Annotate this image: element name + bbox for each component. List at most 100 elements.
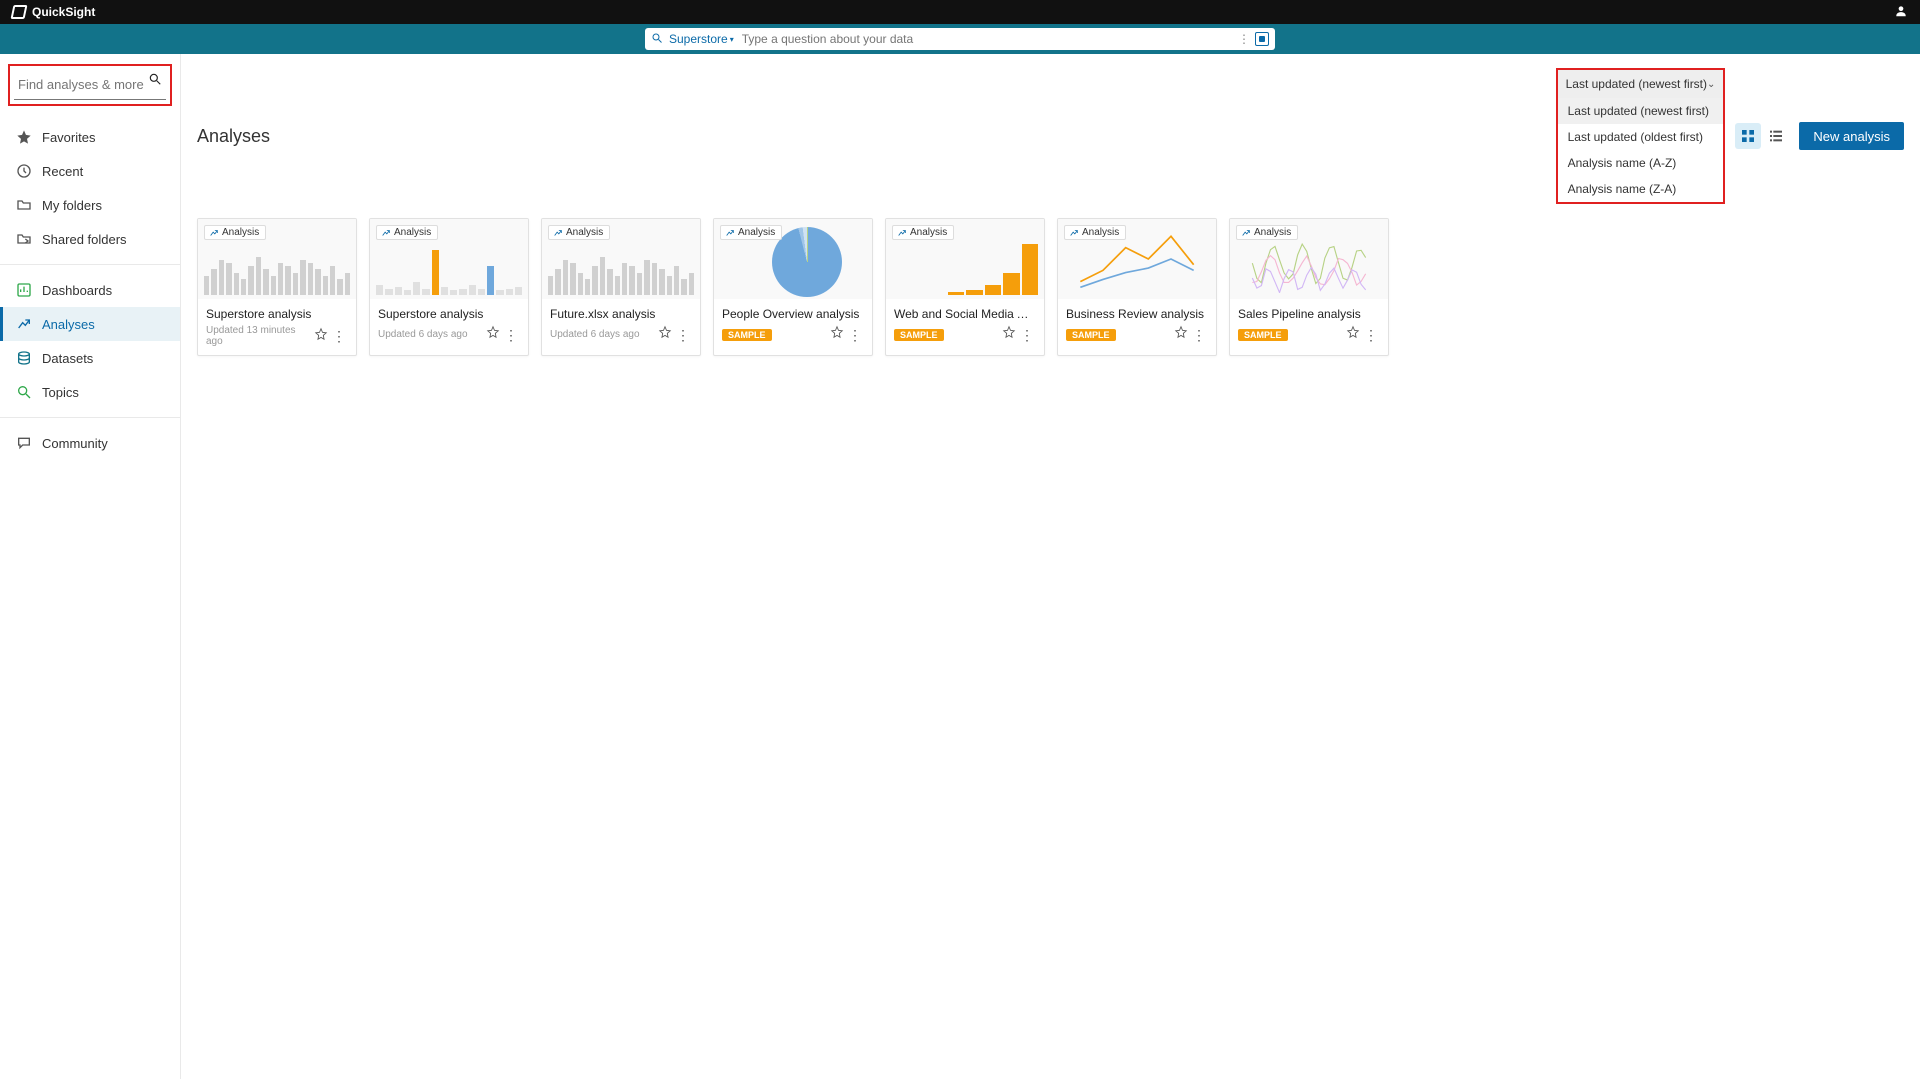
nav-group-3: Community — [0, 422, 180, 464]
favorite-star-icon[interactable] — [1174, 325, 1188, 344]
analysis-card[interactable]: Analysis Superstore analysis Updated 6 day… — [369, 218, 529, 356]
analysis-card[interactable]: Analysis Future.xlsx analysis Updated 6 da… — [541, 218, 701, 356]
analysis-card[interactable]: Analysis Web and Social Media Anal… SAMPLE… — [885, 218, 1045, 356]
nav-dashboards[interactable]: Dashboards — [0, 273, 180, 307]
analysis-icon — [16, 316, 32, 332]
sort-selected-label: Last updated (newest first) — [1566, 77, 1707, 91]
clock-icon — [16, 163, 32, 179]
card-title: Web and Social Media Anal… — [894, 307, 1036, 321]
card-menu-icon[interactable]: ⋮ — [1362, 328, 1380, 342]
sidebar: Favorites Recent My folders Shared folde… — [0, 54, 181, 1079]
user-menu-icon[interactable] — [1894, 4, 1908, 21]
analysis-tag: Analysis — [1064, 225, 1126, 240]
card-thumbnail: Analysis — [714, 219, 872, 299]
card-grid: Analysis Superstore analysis Updated 13 mi… — [197, 218, 1920, 356]
analysis-tag: Analysis — [892, 225, 954, 240]
analysis-tag: Analysis — [1236, 225, 1298, 240]
card-menu-icon[interactable]: ⋮ — [330, 329, 348, 343]
nav-my-folders[interactable]: My folders — [0, 188, 180, 222]
card-menu-icon[interactable]: ⋮ — [674, 328, 692, 342]
more-icon[interactable]: ⋮ — [1238, 32, 1249, 46]
card-updated: Updated 6 days ago — [550, 329, 640, 340]
card-menu-icon[interactable]: ⋮ — [502, 328, 520, 342]
new-analysis-button[interactable]: New analysis — [1799, 122, 1904, 150]
analysis-tag: Analysis — [204, 225, 266, 240]
chat-icon — [16, 435, 32, 451]
card-title: Superstore analysis — [378, 307, 520, 321]
favorite-star-icon[interactable] — [314, 327, 328, 346]
favorite-star-icon[interactable] — [658, 325, 672, 344]
favorite-star-icon[interactable] — [1002, 325, 1016, 344]
card-thumbnail: Analysis — [1230, 219, 1388, 299]
nav-community[interactable]: Community — [0, 426, 180, 460]
sort-option[interactable]: Analysis name (Z-A) — [1558, 176, 1724, 202]
sort-dropdown: Last updated (newest first) Last updated… — [1558, 98, 1724, 202]
card-updated: Updated 6 days ago — [378, 329, 468, 340]
nav-datasets[interactable]: Datasets — [0, 341, 180, 375]
card-thumbnail: Analysis — [198, 219, 356, 299]
page-title: Analyses — [197, 126, 270, 147]
folder-icon — [16, 197, 32, 213]
star-icon — [16, 129, 32, 145]
favorite-star-icon[interactable] — [830, 325, 844, 344]
dashboard-icon — [16, 282, 32, 298]
sample-badge: SAMPLE — [1238, 329, 1288, 341]
analysis-card[interactable]: Analysis People Overview analysis SAMPLE ⋮ — [713, 218, 873, 356]
analysis-tag: Analysis — [548, 225, 610, 240]
card-updated: Updated 13 minutes ago — [206, 325, 314, 347]
nav-group-2: Dashboards Analyses Datasets Topics — [0, 269, 180, 413]
dataset-icon — [16, 350, 32, 366]
analysis-card[interactable]: Analysis Superstore analysis Updated 13 mi… — [197, 218, 357, 356]
nav-analyses[interactable]: Analyses — [0, 307, 180, 341]
analysis-tag: Analysis — [376, 225, 438, 240]
nav-recent[interactable]: Recent — [0, 154, 180, 188]
list-view-button[interactable] — [1763, 123, 1789, 149]
nav-shared-folders[interactable]: Shared folders — [0, 222, 180, 256]
brand-name: QuickSight — [32, 5, 95, 19]
analysis-card[interactable]: Analysis Sales Pipeline analysis SAMPLE ⋮ — [1229, 218, 1389, 356]
view-toggle — [1735, 123, 1789, 149]
card-title: Future.xlsx analysis — [550, 307, 692, 321]
ask-bar: Superstore ▾ ⋮ — [0, 24, 1920, 54]
sort-option[interactable]: Last updated (oldest first) — [1558, 124, 1724, 150]
caret-down-icon: ▾ — [730, 35, 734, 44]
card-title: Sales Pipeline analysis — [1238, 307, 1380, 321]
card-thumbnail: Analysis — [542, 219, 700, 299]
card-menu-icon[interactable]: ⋮ — [1190, 328, 1208, 342]
card-title: Superstore analysis — [206, 307, 348, 321]
sort-select[interactable]: Last updated (newest first) ⌄ — [1558, 70, 1724, 98]
nav-group-1: Favorites Recent My folders Shared folde… — [0, 116, 180, 260]
sample-badge: SAMPLE — [722, 329, 772, 341]
chevron-down-icon: ⌄ — [1707, 79, 1715, 90]
ask-input[interactable] — [740, 31, 1232, 47]
favorite-star-icon[interactable] — [486, 325, 500, 344]
card-thumbnail: Analysis — [370, 219, 528, 299]
search-icon — [651, 32, 663, 47]
main: Analyses Last updated (newest first) ⌄ L… — [181, 54, 1920, 1079]
card-title: People Overview analysis — [722, 307, 864, 321]
ask-topic[interactable]: Superstore ▾ — [669, 32, 734, 46]
sort-option[interactable]: Last updated (newest first) — [1558, 98, 1724, 124]
grid-view-button[interactable] — [1735, 123, 1761, 149]
sidebar-search-input[interactable] — [16, 76, 196, 93]
favorite-star-icon[interactable] — [1346, 325, 1360, 344]
card-menu-icon[interactable]: ⋮ — [846, 328, 864, 342]
brand[interactable]: QuickSight — [12, 5, 95, 19]
card-menu-icon[interactable]: ⋮ — [1018, 328, 1036, 342]
sort-option[interactable]: Analysis name (A-Z) — [1558, 150, 1724, 176]
header-controls: Last updated (newest first) ⌄ Last updat… — [1556, 68, 1904, 204]
topic-icon — [16, 384, 32, 400]
nav-favorites[interactable]: Favorites — [0, 120, 180, 154]
analysis-card[interactable]: AnalysisBusiness Review analysisSAMPLE⋮ — [1057, 218, 1217, 356]
sample-badge: SAMPLE — [894, 329, 944, 341]
ask-data-box[interactable]: Superstore ▾ ⋮ — [645, 28, 1275, 50]
card-thumbnail: Analysis — [1058, 219, 1216, 299]
card-thumbnail: Analysis — [886, 219, 1044, 299]
sort-highlight: Last updated (newest first) ⌄ Last updat… — [1556, 68, 1726, 204]
nav-topics[interactable]: Topics — [0, 375, 180, 409]
search-icon[interactable] — [148, 72, 162, 91]
analysis-tag: Analysis — [720, 225, 782, 240]
sidebar-search-highlight — [8, 64, 172, 106]
pin-icon[interactable] — [1255, 32, 1269, 46]
quicksight-logo-icon — [11, 5, 28, 19]
